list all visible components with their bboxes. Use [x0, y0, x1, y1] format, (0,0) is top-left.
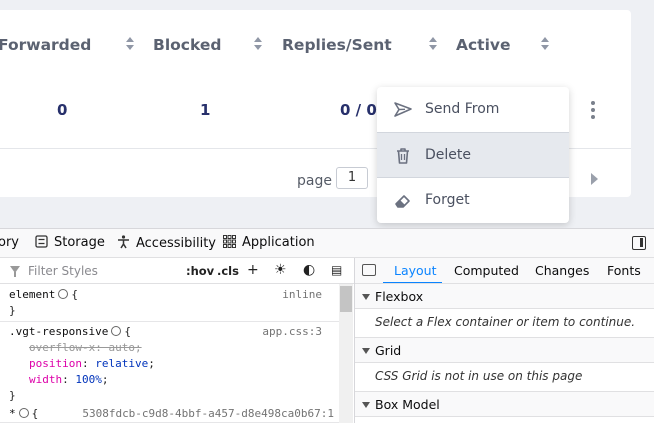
tab-layout[interactable]: Layout	[394, 263, 437, 278]
collapse-icon	[362, 402, 370, 408]
add-rule-icon[interactable]: +	[247, 263, 259, 277]
rule-selector: *	[9, 407, 16, 420]
tab-changes[interactable]: Changes	[535, 263, 589, 278]
dock-side-icon[interactable]	[632, 236, 646, 250]
rule-vgt-responsive: .vgt-responsive { app.css:3 overflow-x: a…	[0, 324, 340, 404]
tab-computed[interactable]: Computed	[454, 263, 519, 278]
close-brace: }	[9, 304, 16, 317]
print-media-icon[interactable]: ▤	[331, 263, 342, 277]
trash-icon	[397, 148, 409, 164]
rule-selector: element	[9, 288, 56, 301]
sort-forwarded-icon[interactable]	[126, 37, 134, 51]
section-box-model[interactable]: Box Model	[355, 391, 654, 417]
menu-item-send-from[interactable]: Send From	[377, 87, 569, 133]
rule-source[interactable]: inline	[282, 287, 322, 303]
rules-filter-bar: Filter Styles :hov .cls + ☀ ◐ ▤	[0, 258, 354, 284]
section-grid[interactable]: Grid	[355, 337, 654, 363]
cell-replies-sent: 0 / 0	[340, 101, 377, 119]
tab-accessibility-label: Accessibility	[136, 236, 216, 251]
tab-storage[interactable]: Storage	[35, 235, 105, 250]
tab-accessibility[interactable]: Accessibility	[117, 235, 216, 251]
open-brace: {	[31, 407, 39, 420]
rule-element: element { inline }	[0, 287, 340, 319]
menu-item-label: Delete	[425, 147, 471, 163]
prop-value: relative	[95, 357, 149, 370]
header-active[interactable]: Active	[456, 36, 511, 54]
row-action-menu: Send From Delete Forget	[377, 87, 569, 223]
rule-universal: * { 5308fdcb-c9d8-4bbf-a457-d8e498ca0b67:…	[0, 406, 340, 422]
accessibility-icon	[118, 235, 129, 249]
sort-replies-icon[interactable]	[429, 37, 437, 51]
layout-pane: Layout Computed Changes Fonts Flexbox Se…	[355, 258, 654, 423]
grid-message: CSS Grid is not in use on this page	[375, 369, 583, 383]
open-brace: {	[124, 325, 131, 338]
section-flexbox[interactable]: Flexbox	[355, 283, 654, 309]
rule-selector: .vgt-responsive	[9, 325, 109, 338]
send-icon	[394, 102, 412, 117]
app-area: Forwarded Blocked Replies/Sent Active 0 …	[0, 0, 654, 228]
sort-blocked-icon[interactable]	[254, 37, 262, 51]
tab-application-label: Application	[242, 235, 315, 250]
hov-button[interactable]: :hov	[186, 264, 214, 278]
menu-item-delete[interactable]: Delete	[377, 132, 569, 178]
menu-item-forget[interactable]: Forget	[377, 178, 569, 223]
devtools-toolbar: ory Storage Accessibility Application	[0, 229, 654, 258]
flexbox-message: Select a Flex container or item to conti…	[375, 315, 636, 329]
light-scheme-icon[interactable]: ☀	[274, 263, 287, 277]
toggle-pane-icon[interactable]	[362, 264, 376, 276]
next-page-icon[interactable]	[591, 173, 598, 185]
cell-blocked: 1	[200, 101, 211, 119]
sidebar-tabs: Layout Computed Changes Fonts	[355, 258, 654, 284]
page-number-input[interactable]: 1	[336, 167, 368, 189]
rule-gear-icon[interactable]	[111, 326, 122, 336]
section-title: Grid	[375, 343, 402, 358]
rules-scrollbar-thumb[interactable]	[340, 286, 352, 312]
prop-value: 100%	[75, 373, 102, 386]
sort-active-icon[interactable]	[541, 37, 549, 51]
declaration-width[interactable]: width: 100%;	[0, 372, 340, 388]
rule-source[interactable]: 5308fdcb-c9d8-4bbf-a457-d8e498ca0b67:1	[82, 406, 334, 422]
devtools-panel: ory Storage Accessibility Application Fi…	[0, 228, 654, 423]
tab-memory[interactable]: ory	[0, 235, 19, 250]
declaration-position[interactable]: position: relative;	[0, 356, 340, 372]
dark-scheme-icon[interactable]: ◐	[303, 263, 315, 277]
menu-item-label: Send From	[425, 101, 500, 117]
tab-storage-label: Storage	[54, 235, 105, 250]
pagination-label: page	[297, 173, 332, 189]
open-brace: {	[71, 288, 78, 301]
rule-source[interactable]: app.css:3	[262, 324, 322, 340]
collapse-icon	[362, 348, 370, 354]
header-blocked[interactable]: Blocked	[153, 36, 221, 54]
header-replies-sent[interactable]: Replies/Sent	[282, 36, 392, 54]
cell-forwarded: 0	[57, 101, 68, 119]
close-brace: }	[9, 389, 16, 402]
section-title: Box Model	[375, 397, 440, 412]
rule-gear-icon[interactable]	[18, 408, 29, 418]
rule-gear-icon[interactable]	[58, 289, 69, 299]
eraser-icon	[395, 195, 410, 208]
storage-icon	[35, 235, 48, 248]
section-title: Flexbox	[375, 289, 424, 304]
prop-name: position	[29, 357, 82, 370]
row-actions-kebab-icon[interactable]	[589, 99, 597, 121]
application-grid-icon	[223, 235, 236, 248]
menu-item-label: Forget	[425, 192, 470, 208]
rule-divider	[0, 321, 340, 322]
filter-icon	[10, 266, 20, 277]
tab-application[interactable]: Application	[223, 235, 315, 250]
header-forwarded[interactable]: Forwarded	[0, 36, 91, 54]
tab-fonts[interactable]: Fonts	[607, 263, 641, 278]
collapse-icon	[362, 294, 370, 300]
filter-styles-input[interactable]: Filter Styles	[28, 264, 98, 278]
rules-pane: Filter Styles :hov .cls + ☀ ◐ ▤ element {…	[0, 258, 354, 423]
prop-name: width	[29, 373, 63, 386]
cls-button[interactable]: .cls	[217, 264, 239, 278]
declaration-overflow-x[interactable]: overflow-x: auto;	[0, 340, 340, 356]
